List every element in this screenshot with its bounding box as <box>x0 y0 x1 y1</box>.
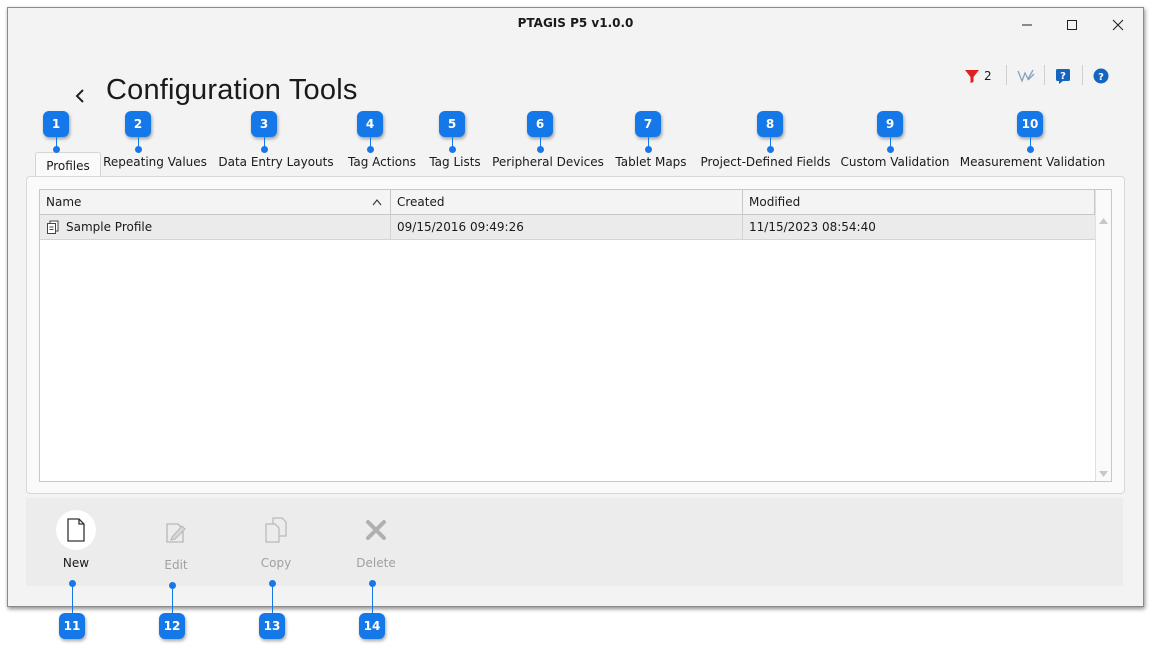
close-icon <box>1112 19 1124 31</box>
callout-marker: 14 <box>359 613 385 639</box>
delete-x-icon <box>366 520 386 540</box>
cell-name: Sample Profile <box>40 215 391 239</box>
callout-marker: 13 <box>259 613 285 639</box>
maximize-button[interactable] <box>1052 12 1092 38</box>
cell-created: 09/15/2016 09:49:26 <box>391 215 743 239</box>
grid-scrollbar[interactable] <box>1095 190 1111 481</box>
edit-button[interactable]: Edit <box>144 512 208 572</box>
filter-icon <box>965 70 979 83</box>
window-title: PTAGIS P5 v1.0.0 <box>517 16 634 30</box>
copy-icon <box>265 517 287 543</box>
sort-ascending-icon <box>372 199 382 206</box>
delete-button-circle <box>356 510 396 550</box>
delete-label: Delete <box>356 556 396 570</box>
callout-marker: 10 <box>1017 111 1043 137</box>
scroll-down-icon <box>1099 471 1108 477</box>
tab-data-entry-layouts[interactable]: Data Entry Layouts <box>216 148 336 176</box>
profile-document-icon <box>47 220 59 234</box>
tab-repeating-values[interactable]: Repeating Values <box>103 148 207 176</box>
new-button[interactable]: New <box>44 510 108 570</box>
close-button[interactable] <box>1098 12 1138 38</box>
help-circle-icon: ? <box>1093 68 1109 84</box>
new-document-icon <box>67 518 85 542</box>
content-panel: Name Created Modified Sample Profile 09/… <box>26 176 1125 494</box>
new-label: New <box>62 556 90 570</box>
edit-button-circle <box>156 512 196 552</box>
minimize-icon <box>1022 24 1032 26</box>
callout-marker: 2 <box>125 111 151 137</box>
callout-dot <box>645 146 652 153</box>
tab-custom-validation[interactable]: Custom Validation <box>839 148 951 176</box>
scroll-up-icon <box>1099 218 1108 224</box>
callout-dot <box>367 146 374 153</box>
callout-stem <box>272 583 273 613</box>
toolbar-separator <box>1082 65 1083 85</box>
new-button-circle <box>56 510 96 550</box>
callout-dot <box>449 146 456 153</box>
tab-tablet-maps[interactable]: Tablet Maps <box>611 148 691 176</box>
tab-peripheral-devices[interactable]: Peripheral Devices <box>492 148 604 176</box>
chevron-left-icon <box>75 89 84 103</box>
copy-button[interactable]: Copy <box>244 510 308 570</box>
cell-modified: 11/15/2023 08:54:40 <box>749 220 876 234</box>
title-bar[interactable]: PTAGIS P5 v1.0.0 <box>8 8 1143 40</box>
copy-label: Copy <box>260 556 292 570</box>
column-header-created[interactable]: Created <box>391 190 743 214</box>
tab-project-defined-fields[interactable]: Project-Defined Fields <box>698 148 833 176</box>
minimize-button[interactable] <box>1007 12 1047 38</box>
delete-button[interactable]: Delete <box>344 510 408 570</box>
action-bar: New Edit Copy Delete <box>26 498 1123 586</box>
profiles-grid[interactable]: Name Created Modified Sample Profile 09/… <box>39 189 1112 482</box>
callout-marker: 6 <box>527 111 553 137</box>
tab-profiles[interactable]: Profiles <box>35 152 101 179</box>
callout-stem <box>72 583 73 613</box>
filter-button[interactable]: 2 <box>964 65 992 87</box>
profile-name: Sample Profile <box>66 220 153 234</box>
column-header-name[interactable]: Name <box>40 190 391 214</box>
tab-tag-lists[interactable]: Tag Lists <box>425 148 485 176</box>
callout-stem <box>172 585 173 613</box>
callout-dot <box>261 146 268 153</box>
signature-icon <box>1017 69 1035 83</box>
page-title: Configuration Tools <box>106 74 358 106</box>
callout-marker: 5 <box>439 111 465 137</box>
grid-header: Name Created Modified <box>40 190 1095 215</box>
edit-label: Edit <box>164 558 188 572</box>
callout-dot <box>53 146 60 153</box>
toolbar-separator <box>1006 65 1007 85</box>
svg-text:?: ? <box>1098 72 1104 83</box>
help-book-button[interactable]: ? <box>1055 65 1071 87</box>
filter-count: 2 <box>984 69 992 83</box>
callout-marker: 4 <box>357 111 383 137</box>
callout-marker: 8 <box>757 111 783 137</box>
callout-marker: 3 <box>251 111 277 137</box>
help-book-icon: ? <box>1056 69 1070 84</box>
callout-dot <box>537 146 544 153</box>
tab-tag-actions[interactable]: Tag Actions <box>342 148 422 176</box>
column-header-label: Modified <box>749 195 801 209</box>
edit-icon <box>166 523 186 543</box>
callout-marker: 9 <box>877 111 903 137</box>
callout-marker: 12 <box>159 613 185 639</box>
callout-dot <box>767 146 774 153</box>
copy-button-circle <box>256 510 296 550</box>
callout-marker: 1 <box>43 111 69 137</box>
app-window: PTAGIS P5 v1.0.0 2 ? ? Configuration Too… <box>7 7 1144 607</box>
toolbar-separator <box>1044 65 1045 85</box>
signature-button[interactable] <box>1016 65 1036 87</box>
maximize-icon <box>1067 20 1077 30</box>
column-header-modified[interactable]: Modified <box>743 190 1095 214</box>
callout-dot <box>1027 146 1034 153</box>
table-row[interactable]: Sample Profile 09/15/2016 09:49:26 11/15… <box>40 215 1095 240</box>
help-circle-button[interactable]: ? <box>1093 65 1109 87</box>
callout-stem <box>372 583 373 613</box>
callout-marker: 7 <box>635 111 661 137</box>
callout-dot <box>887 146 894 153</box>
svg-text:?: ? <box>1060 71 1066 82</box>
column-header-label: Name <box>46 195 82 209</box>
column-header-label: Created <box>397 195 445 209</box>
callout-dot <box>135 146 142 153</box>
callout-marker: 11 <box>59 613 85 639</box>
back-button[interactable] <box>66 80 94 112</box>
